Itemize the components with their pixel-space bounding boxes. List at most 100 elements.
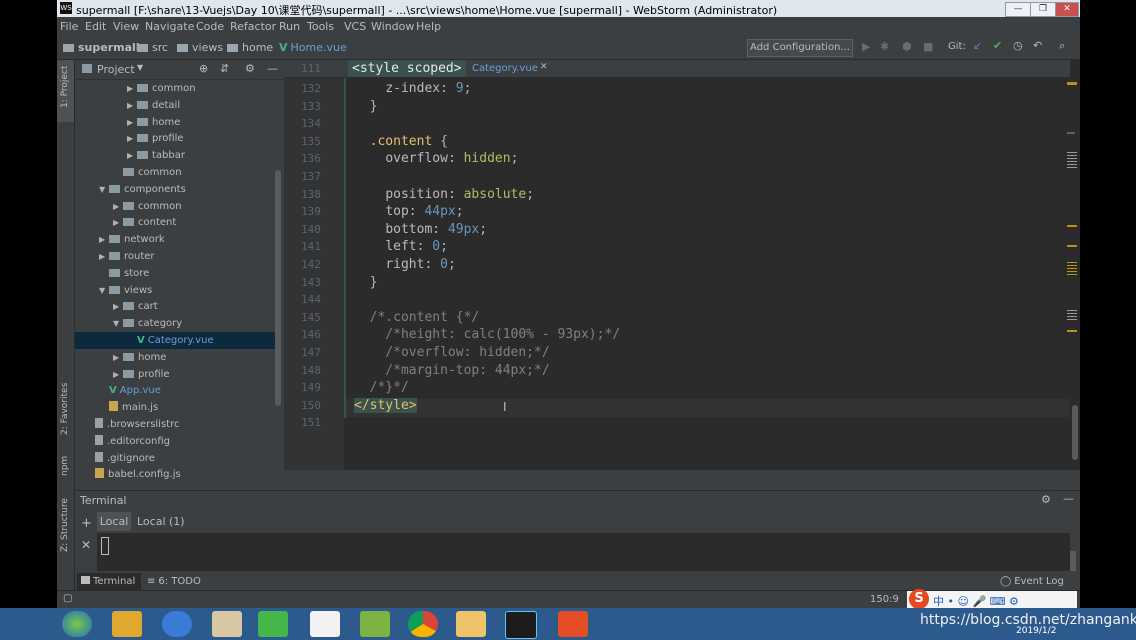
terminal-tab-local-1[interactable]: Local (1) [137,512,185,531]
tree-item[interactable]: V Category.vue [75,332,275,349]
npm-tab-label[interactable]: npm [60,456,70,476]
locate-icon[interactable]: ⊕ [199,62,208,75]
chrome-app-icon[interactable] [408,611,438,637]
search-icon[interactable]: ⌕ [1059,39,1065,53]
menu-navigate[interactable]: Navigate [145,20,194,33]
history-icon[interactable]: ◷ [1013,39,1023,52]
debug-icon[interactable]: ✱ [880,40,889,53]
project-panel-title[interactable]: Project [97,63,135,76]
breadcrumb-views[interactable]: views [177,41,223,54]
breadcrumb-src[interactable]: src [137,41,168,54]
stop-icon[interactable]: ■ [923,40,933,53]
breadcrumb-supermall[interactable]: supermall [63,41,140,54]
chevron-down-icon[interactable]: ▼ [137,63,143,72]
notes-app-icon[interactable] [360,611,390,637]
chevron-right-icon[interactable]: ▶ [113,349,123,366]
ime-toolbar[interactable]: S 中 • ☺ 🎤 ⌨ ⚙ [907,589,1077,609]
camtasia-app-icon[interactable] [258,611,288,637]
menu-view[interactable]: View [113,20,139,33]
minimize-button[interactable]: — [1005,2,1031,17]
hide-icon[interactable]: — [1063,492,1074,505]
menu-refactor[interactable]: Refactor [230,20,276,33]
tree-item[interactable]: ▼ category [75,315,275,332]
tree-item[interactable]: V App.vue [75,382,275,399]
menu-code[interactable]: Code [196,20,224,33]
chevron-right-icon[interactable]: ▶ [127,80,137,97]
chevron-right-icon[interactable]: ▶ [127,147,137,164]
chevron-right-icon[interactable]: ▶ [99,231,109,248]
tree-item[interactable]: ▶ home [75,114,275,131]
breadcrumb-home-vue[interactable]: V Home.vue [279,41,347,54]
caret-position[interactable]: 150:9 [870,594,899,605]
tree-item[interactable]: ▶ cart [75,298,275,315]
tree-item[interactable]: ▶ detail [75,97,275,114]
new-tab-icon[interactable]: + [81,516,92,531]
hide-icon[interactable]: — [267,62,278,75]
tree-item[interactable]: store [75,265,275,282]
tree-item[interactable]: ▼ components [75,181,275,198]
tree-item[interactable]: .browserslistrc [75,416,275,433]
run-icon[interactable]: ▶ [862,40,870,53]
chevron-right-icon[interactable]: ▶ [127,97,137,114]
chevron-down-icon[interactable]: ▼ [99,282,109,299]
menu-window[interactable]: Window [371,20,414,33]
favorites-tab-label[interactable]: 2: Favorites [60,383,70,435]
terminal-tab-local[interactable]: Local [97,512,131,531]
chevron-right-icon[interactable]: ▶ [127,130,137,147]
chevron-right-icon[interactable]: ▶ [113,214,123,231]
tree-item[interactable]: ▶ common [75,80,275,97]
tree-item[interactable]: ▶ tabbar [75,147,275,164]
explorer-app-icon[interactable] [112,611,142,637]
browser-app-icon[interactable] [162,611,192,637]
maximize-button[interactable]: ❐ [1030,2,1056,17]
menu-edit[interactable]: Edit [85,20,106,33]
menu-help[interactable]: Help [416,20,441,33]
todo-tool-tab[interactable]: ≡ 6: TODO [147,573,201,590]
menu-run[interactable]: Run [279,20,300,33]
chevron-right-icon[interactable]: ▶ [99,248,109,265]
chevron-right-icon[interactable]: ▶ [113,366,123,383]
close-button[interactable]: ✕ [1055,2,1079,17]
tree-item[interactable]: babel.config.js [75,466,275,483]
tree-item[interactable]: ▶ profile [75,366,275,383]
tree-item[interactable]: .gitignore [75,450,275,467]
rollback-icon[interactable]: ↶ [1033,39,1042,52]
tree-item[interactable]: ▶ home [75,349,275,366]
terminal-tool-tab[interactable]: Terminal [77,573,141,590]
terminal-output[interactable] [97,533,1070,571]
event-log-tab[interactable]: ◯ Event Log [1000,573,1064,590]
menu-vcs[interactable]: VCS [344,20,366,33]
gear-icon[interactable]: ⚙ [245,62,255,75]
tree-item[interactable]: .editorconfig [75,433,275,450]
gear-icon[interactable]: ⚙ [1041,493,1051,506]
start-button-icon[interactable] [62,611,92,637]
tree-item[interactable]: ▶ profile [75,130,275,147]
menu-tools[interactable]: Tools [307,20,334,33]
tree-item[interactable]: ▶ network [75,231,275,248]
folder-app-icon[interactable] [456,611,486,637]
tree-item[interactable]: common [75,164,275,181]
chevron-right-icon[interactable]: ▶ [113,298,123,315]
chevron-right-icon[interactable]: ▶ [113,198,123,215]
tree-item[interactable]: ▶ common [75,198,275,215]
tree-item[interactable]: ▼ views [75,282,275,299]
toggle-tool-windows-icon[interactable]: ▢ [63,593,72,604]
structure-tab-label[interactable]: Z: Structure [60,498,70,552]
menu-file[interactable]: File [60,20,78,33]
csdn-app-icon[interactable] [558,611,588,637]
git-commit-icon[interactable]: ✔ [993,39,1002,52]
webstorm-app-icon[interactable] [505,611,537,639]
close-session-icon[interactable]: ✕ [81,538,91,552]
user-avatar-icon[interactable] [212,611,242,637]
breadcrumb-home[interactable]: home [227,41,273,54]
editor-scrollbar[interactable] [1072,405,1078,460]
chevron-down-icon[interactable]: ▼ [99,181,109,198]
tree-item[interactable]: ▶ router [75,248,275,265]
typora-app-icon[interactable] [310,611,340,637]
project-tab-label[interactable]: 1: Project [60,66,70,108]
tree-item[interactable]: ▶ content [75,214,275,231]
git-update-icon[interactable]: ↙ [973,39,982,52]
terminal-scrollbar[interactable] [1070,551,1076,571]
code-editor[interactable]: 132 133 134 135 136 137 138 139 140 141 142 143 144 1… [284,60,1080,470]
coverage-icon[interactable]: ⬢ [902,40,912,53]
